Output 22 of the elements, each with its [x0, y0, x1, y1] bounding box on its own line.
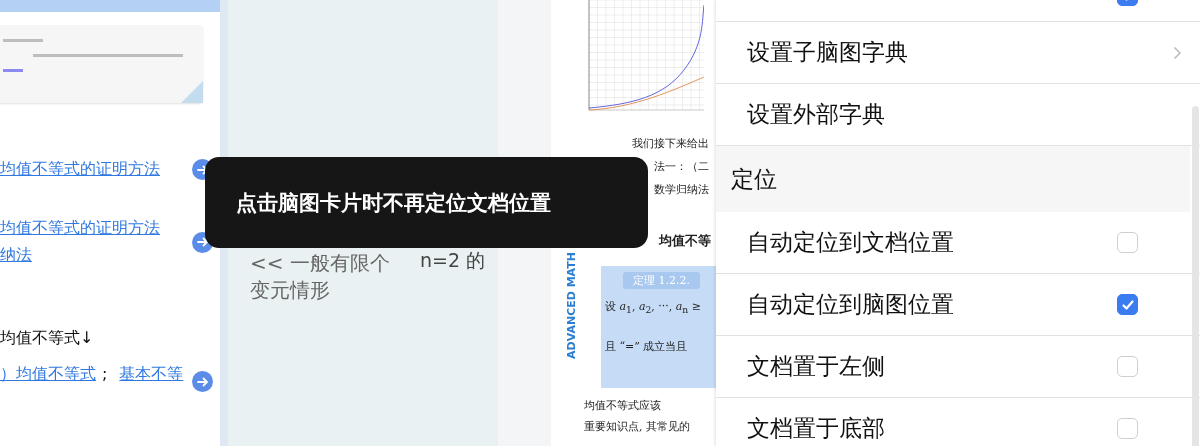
outline-link[interactable]: 均值不等式的证明方法 [0, 159, 160, 180]
outline-link[interactable]: 基本不等 [119, 364, 184, 385]
outline-heading: 均值不等式↓ [0, 328, 95, 349]
document-text: 法一：（二 [654, 159, 709, 174]
theorem-title: 定理 1.2.2. [623, 272, 700, 289]
document-text: 均值不等式应该 [584, 398, 662, 413]
menu-item[interactable]: 设置子脑图字典 [716, 22, 1200, 84]
document-text: 重要知识点, 其常见的 [584, 419, 690, 434]
mind-map-node[interactable]: n=2 的 [420, 249, 486, 271]
toast-message: 点击脑图卡片时不再定位文档位置 [205, 157, 648, 248]
theorem-text: 且 “=” 成立当且 [605, 339, 689, 355]
outline-link[interactable]: 纳法 [0, 245, 32, 266]
outline-link[interactable]: ）均值不等式 [0, 364, 96, 385]
document-text: 我们接下来给出 [632, 136, 709, 151]
section-heading: 均值不等 [659, 232, 711, 250]
section-header: 定位 [716, 146, 1190, 212]
outline-link[interactable]: 均值不等式的证明方法 [0, 218, 160, 239]
document-text: 数学归纳法 [654, 182, 709, 197]
mind-map-node[interactable]: << 一般有限个 变元情形 [250, 250, 390, 304]
theorem-text: 设 a$_{1}$, a$_{2}$, ···, a$_{n}$ ≥ [605, 299, 702, 316]
separator-text: ; [102, 364, 108, 385]
side-label: ADVANCED MATH [565, 252, 579, 359]
